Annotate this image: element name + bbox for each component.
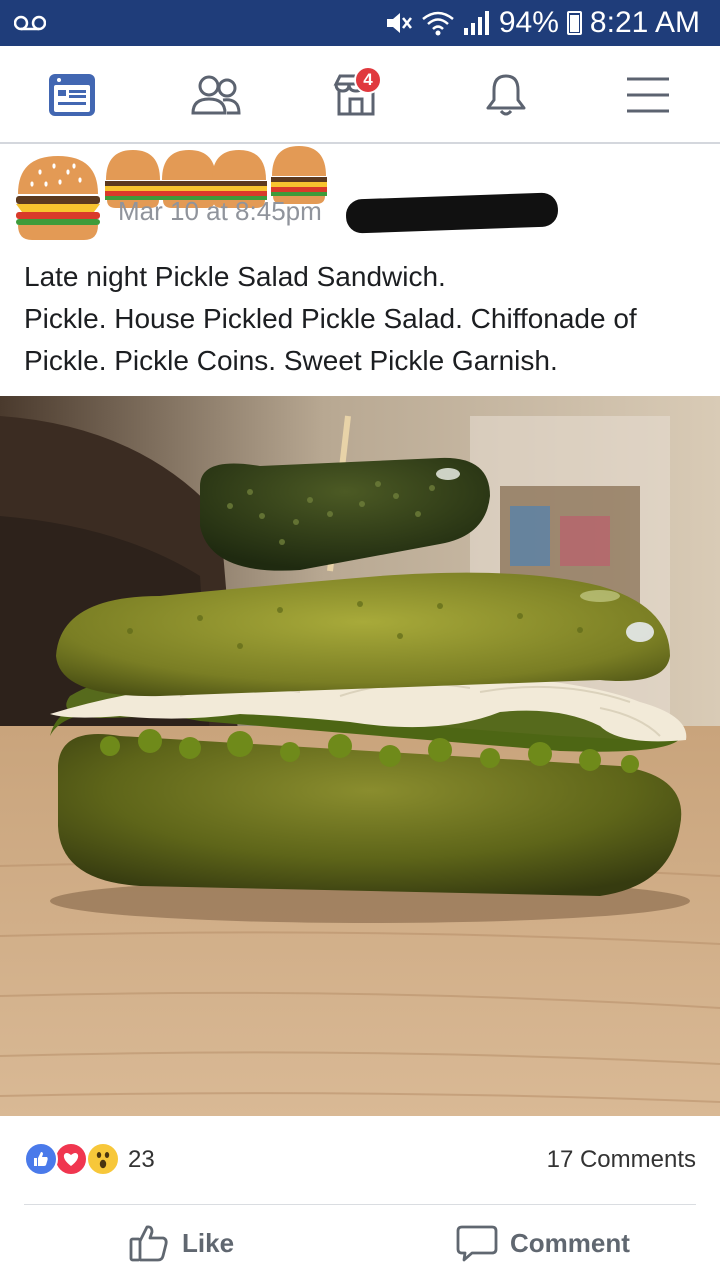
voicemail-icon — [14, 15, 46, 31]
hamburger-menu-icon — [627, 77, 669, 113]
top-nav-bar: 4 — [0, 46, 720, 144]
bell-icon — [486, 74, 526, 116]
status-bar: 94% 8:21 AM — [0, 0, 720, 46]
reactions-summary[interactable]: 23 17 Comments — [24, 1134, 696, 1186]
post-text-line: Late night Pickle Salad Sandwich. — [24, 261, 446, 292]
divider — [24, 1204, 696, 1205]
avatar[interactable] — [14, 150, 102, 242]
love-reaction-icon — [54, 1142, 88, 1176]
news-feed-icon — [49, 74, 95, 116]
comment-label: Comment — [510, 1227, 630, 1258]
post-body: Late night Pickle Salad Sandwich. Pickle… — [24, 256, 704, 382]
tab-marketplace[interactable]: 4 — [326, 66, 386, 122]
post-photo[interactable] — [0, 396, 720, 1116]
signal-icon — [463, 11, 489, 35]
battery-percent: 94% — [498, 6, 559, 39]
mute-icon — [386, 13, 412, 33]
friends-icon — [191, 75, 241, 115]
like-label: Like — [182, 1227, 235, 1258]
comment-count-link[interactable]: 17 Comments — [547, 1146, 696, 1174]
tab-news-feed[interactable] — [42, 68, 102, 122]
reaction-count: 23 — [128, 1146, 155, 1173]
thumbs-up-icon — [129, 1225, 168, 1262]
post-text-line: Pickle. House Pickled Pickle Salad. Chif… — [24, 303, 637, 376]
comment-icon — [456, 1225, 498, 1262]
clock: 8:21 AM — [589, 6, 700, 39]
comment-button[interactable]: Comment — [456, 1220, 630, 1266]
wifi-icon — [422, 11, 454, 36]
tab-menu[interactable] — [618, 68, 678, 122]
tab-notifications[interactable] — [476, 68, 536, 122]
marketplace-badge: 4 — [354, 66, 382, 94]
post-action-bar: Like Comment — [0, 1206, 720, 1280]
post-timestamp[interactable]: Mar 10 at 8:45pm — [118, 196, 322, 227]
battery-icon — [566, 11, 582, 35]
pickle-sandwich-photo — [0, 396, 720, 1116]
wow-reaction-icon — [86, 1142, 120, 1176]
like-reaction-icon — [24, 1142, 58, 1176]
tab-friends[interactable] — [186, 68, 246, 122]
like-button[interactable]: Like — [128, 1220, 234, 1266]
